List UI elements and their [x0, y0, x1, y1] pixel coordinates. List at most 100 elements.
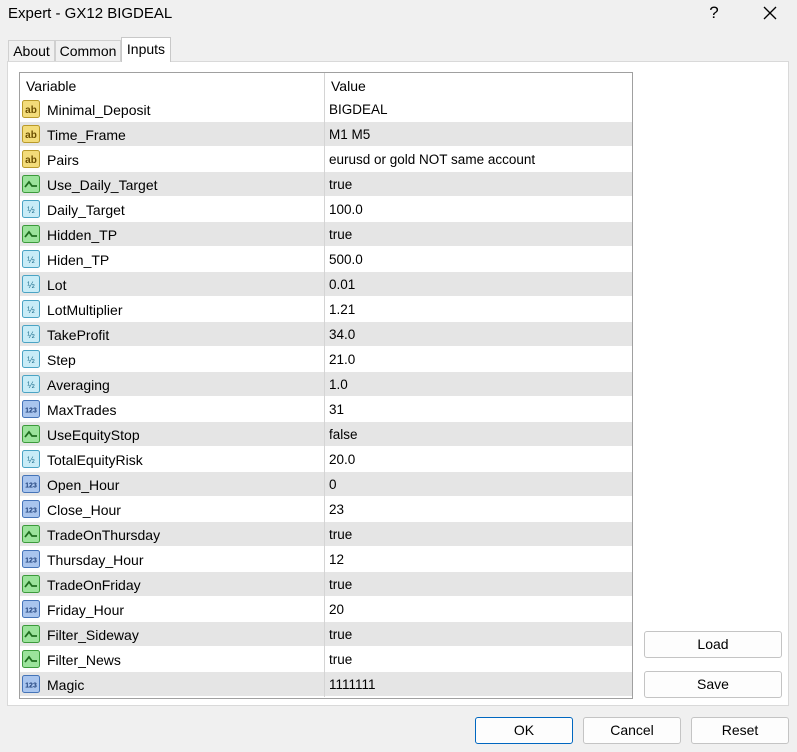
- variable-value[interactable]: 500.0: [329, 252, 363, 267]
- variable-name: Pairs: [47, 152, 79, 168]
- variable-value[interactable]: true: [329, 527, 352, 542]
- table-row[interactable]: ½ TotalEquityRisk 20.0: [20, 447, 632, 472]
- column-divider: [324, 422, 325, 447]
- tab-inputs[interactable]: Inputs: [121, 37, 171, 62]
- boolean-type-icon: [22, 625, 40, 643]
- variable-value[interactable]: 23: [329, 502, 344, 517]
- variable-value[interactable]: true: [329, 627, 352, 642]
- table-row[interactable]: ab Pairs eurusd or gold NOT same account: [20, 147, 632, 172]
- column-divider: [324, 122, 325, 147]
- variable-name: Lot: [47, 277, 67, 293]
- column-divider: [324, 547, 325, 572]
- svg-text:½: ½: [27, 455, 35, 465]
- boolean-type-icon: [22, 175, 40, 193]
- ok-button[interactable]: OK: [475, 717, 573, 744]
- svg-text:½: ½: [27, 280, 35, 290]
- variable-value[interactable]: 1.21: [329, 302, 355, 317]
- double-type-icon: ½: [22, 250, 40, 268]
- variable-value[interactable]: 1111111: [329, 677, 376, 692]
- table-row[interactable]: ½ Lot 0.01: [20, 272, 632, 297]
- table-row[interactable]: Filter_News true: [20, 647, 632, 672]
- close-button[interactable]: [760, 3, 780, 23]
- table-row[interactable]: ab Minimal_Deposit BIGDEAL: [20, 97, 632, 122]
- cancel-button[interactable]: Cancel: [583, 717, 681, 744]
- grid-rows: ab Minimal_Deposit BIGDEAL ab Time_Frame M1 M…: [20, 97, 632, 697]
- variable-value[interactable]: true: [329, 227, 352, 242]
- table-row[interactable]: Hidden_TP true: [20, 222, 632, 247]
- table-row[interactable]: TradeOnThursday true: [20, 522, 632, 547]
- column-divider: [324, 272, 325, 297]
- column-divider: [324, 97, 325, 122]
- table-row[interactable]: ½ Hiden_TP 500.0: [20, 247, 632, 272]
- variable-value[interactable]: 20.0: [329, 452, 355, 467]
- table-row[interactable]: ½ TakeProfit 34.0: [20, 322, 632, 347]
- svg-text:½: ½: [27, 255, 35, 265]
- table-row[interactable]: ½ LotMultiplier 1.21: [20, 297, 632, 322]
- integer-type-icon: 123: [22, 475, 40, 493]
- help-button[interactable]: ?: [706, 3, 722, 23]
- column-divider[interactable]: [324, 73, 325, 97]
- table-row[interactable]: 123 Friday_Hour 20: [20, 597, 632, 622]
- table-row[interactable]: ab Time_Frame M1 M5: [20, 122, 632, 147]
- table-row[interactable]: 123 MaxTrades 31: [20, 397, 632, 422]
- variable-value[interactable]: M1 M5: [329, 127, 370, 142]
- column-divider: [324, 497, 325, 522]
- variable-value[interactable]: 0: [329, 477, 337, 492]
- title-bar: Expert - GX12 BIGDEAL ?: [0, 0, 797, 28]
- variable-name: Daily_Target: [47, 202, 125, 218]
- column-header-variable[interactable]: Variable: [26, 78, 76, 94]
- tab-common[interactable]: Common: [55, 40, 121, 61]
- tab-about[interactable]: About: [8, 40, 55, 61]
- table-row[interactable]: UseEquityStop false: [20, 422, 632, 447]
- variable-name: TotalEquityRisk: [47, 452, 143, 468]
- double-type-icon: ½: [22, 375, 40, 393]
- string-type-icon: ab: [22, 150, 40, 168]
- variable-name: LotMultiplier: [47, 302, 123, 318]
- inputs-grid: Variable Value ab Minimal_Deposit BIGDEAL a…: [19, 72, 633, 699]
- column-divider: [324, 472, 325, 497]
- variable-value[interactable]: eurusd or gold NOT same account: [329, 152, 535, 167]
- svg-text:½: ½: [27, 330, 35, 340]
- table-row[interactable]: 123 Open_Hour 0: [20, 472, 632, 497]
- variable-name: Thursday_Hour: [47, 552, 144, 568]
- load-button[interactable]: Load: [644, 631, 782, 658]
- svg-text:ab: ab: [25, 130, 37, 141]
- variable-value[interactable]: 20: [329, 602, 344, 617]
- variable-value[interactable]: 31: [329, 402, 344, 417]
- variable-value[interactable]: 34.0: [329, 327, 355, 342]
- table-row[interactable]: Filter_Sideway true: [20, 622, 632, 647]
- table-row[interactable]: ½ Daily_Target 100.0: [20, 197, 632, 222]
- table-row[interactable]: 123 Thursday_Hour 12: [20, 547, 632, 572]
- column-divider: [324, 597, 325, 622]
- integer-type-icon: 123: [22, 550, 40, 568]
- table-row[interactable]: ½ Step 21.0: [20, 347, 632, 372]
- variable-value[interactable]: 1.0: [329, 377, 348, 392]
- boolean-type-icon: [22, 525, 40, 543]
- column-divider: [324, 322, 325, 347]
- integer-type-icon: 123: [22, 400, 40, 418]
- variable-value[interactable]: true: [329, 577, 352, 592]
- variable-value[interactable]: 21.0: [329, 352, 355, 367]
- variable-value[interactable]: true: [329, 177, 352, 192]
- variable-value[interactable]: BIGDEAL: [329, 102, 388, 117]
- double-type-icon: ½: [22, 450, 40, 468]
- table-row[interactable]: ½ Averaging 1.0: [20, 372, 632, 397]
- save-button[interactable]: Save: [644, 671, 782, 698]
- table-row[interactable]: Use_Daily_Target true: [20, 172, 632, 197]
- variable-value[interactable]: false: [329, 427, 358, 442]
- reset-button[interactable]: Reset: [691, 717, 789, 744]
- table-row[interactable]: 123 Magic 1111111: [20, 672, 632, 697]
- column-header-value[interactable]: Value: [331, 78, 366, 94]
- table-row[interactable]: TradeOnFriday true: [20, 572, 632, 597]
- variable-value[interactable]: 12: [329, 552, 344, 567]
- boolean-type-icon: [22, 575, 40, 593]
- integer-type-icon: 123: [22, 500, 40, 518]
- svg-text:½: ½: [27, 205, 35, 215]
- table-row[interactable]: 123 Close_Hour 23: [20, 497, 632, 522]
- variable-value[interactable]: 0.01: [329, 277, 355, 292]
- variable-name: Step: [47, 352, 76, 368]
- variable-value[interactable]: true: [329, 652, 352, 667]
- double-type-icon: ½: [22, 350, 40, 368]
- close-icon: [763, 6, 777, 20]
- variable-value[interactable]: 100.0: [329, 202, 363, 217]
